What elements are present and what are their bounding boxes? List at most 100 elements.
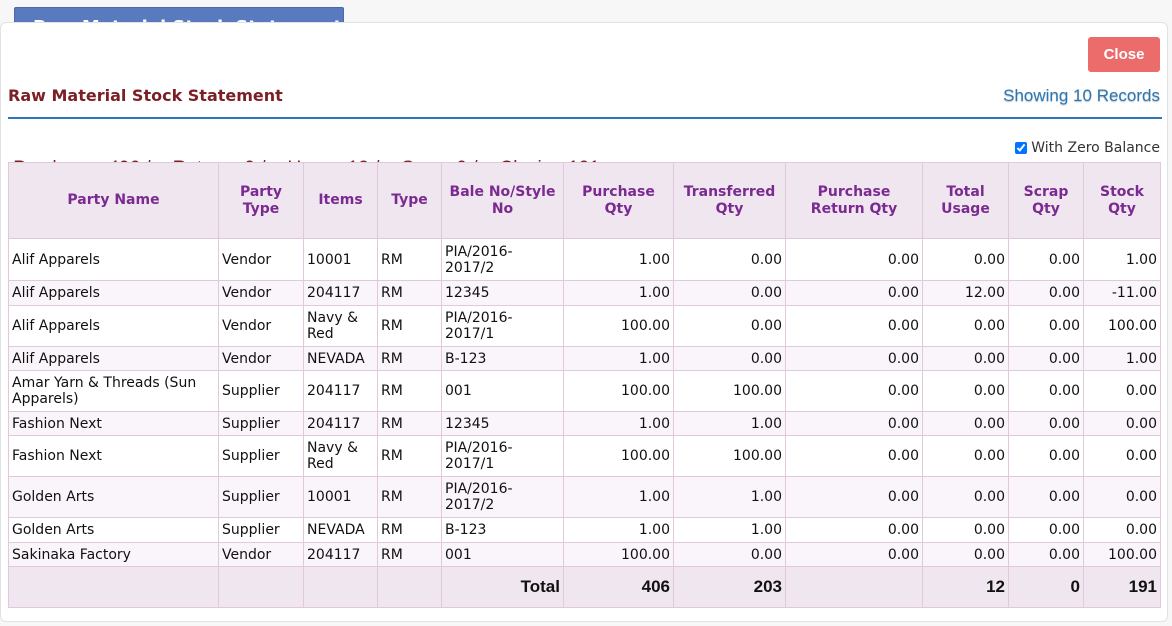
table-cell: Golden Arts <box>8 476 219 518</box>
table-cell: 0.00 <box>922 411 1009 436</box>
table-cell: PIA/2016-2017/2 <box>441 238 564 281</box>
table-cell: 100.00 <box>563 542 674 567</box>
table-cell: -11.00 <box>1083 280 1161 306</box>
zero-balance-toggle[interactable]: With Zero Balance <box>1015 140 1160 156</box>
table-cell: 12345 <box>441 280 564 306</box>
column-header: Transferred Qty <box>673 162 786 239</box>
table-cell: 1.00 <box>673 476 786 518</box>
column-header: Scrap Qty <box>1008 162 1084 239</box>
table-cell: RM <box>377 305 442 347</box>
table-row: Amar Yarn & Threads (Sun Apparels) Suppli… <box>8 370 1161 412</box>
table-cell: Golden Arts <box>8 517 219 543</box>
table-cell: 0.00 <box>673 305 786 347</box>
table-cell: 0.00 <box>1008 476 1084 518</box>
table-cell: 100.00 <box>1083 542 1161 567</box>
table-cell: 001 <box>441 370 564 412</box>
table-cell: 1.00 <box>563 411 674 436</box>
table-cell: 0.00 <box>922 346 1009 371</box>
table-cell: Amar Yarn & Threads (Sun Apparels) <box>8 370 219 412</box>
table-cell: Vendor <box>218 238 304 281</box>
table-row: Alif Apparels Vendor 10001 RM PIA/2016-2017/… <box>8 238 1161 281</box>
column-header: Bale No/Style No <box>441 162 564 239</box>
column-header: Party Type <box>218 162 304 239</box>
table-cell: 10001 <box>303 476 378 518</box>
table-cell: 0.00 <box>673 280 786 306</box>
table-cell: 0.00 <box>1008 435 1084 477</box>
table-cell: 0.00 <box>922 370 1009 412</box>
table-cell: 0.00 <box>785 305 923 347</box>
table-cell: 1.00 <box>563 280 674 306</box>
table-cell: 204117 <box>303 280 378 306</box>
table-cell: 204117 <box>303 542 378 567</box>
table-cell: 0.00 <box>785 370 923 412</box>
table-cell: Supplier <box>218 517 304 543</box>
table-cell: RM <box>377 542 442 567</box>
table-cell: 0.00 <box>1083 517 1161 543</box>
column-header: Type <box>377 162 442 239</box>
table-cell: 12345 <box>441 411 564 436</box>
table-cell: 0.00 <box>922 305 1009 347</box>
table-cell: 204117 <box>303 370 378 412</box>
table-cell: 0.00 <box>1008 346 1084 371</box>
table-cell: 0.00 <box>1008 411 1084 436</box>
table-cell: 1.00 <box>673 517 786 543</box>
zero-balance-label: With Zero Balance <box>1031 140 1160 156</box>
total-stock: 191 <box>1083 566 1161 608</box>
table-row: Alif Apparels Vendor NEVADA RM B-123 1.00 0.00… <box>8 346 1161 371</box>
column-header: Stock Qty <box>1083 162 1161 239</box>
table-cell: 1.00 <box>563 476 674 518</box>
table-cell: Alif Apparels <box>8 280 219 306</box>
table-cell: 0.00 <box>785 476 923 518</box>
table-row: Fashion Next Supplier Navy & Red RM PIA/2016… <box>8 435 1161 477</box>
table-cell: Vendor <box>218 280 304 306</box>
table-row: Golden Arts Supplier NEVADA RM B-123 1.00 1.00… <box>8 517 1161 543</box>
close-button[interactable]: Close <box>1088 37 1160 72</box>
table-row: Fashion Next Supplier 204117 RM 12345 1.00 1.0… <box>8 411 1161 436</box>
table-cell: 0.00 <box>785 280 923 306</box>
table-cell: 0.00 <box>922 476 1009 518</box>
table-cell: Vendor <box>218 346 304 371</box>
table-cell: RM <box>377 346 442 371</box>
divider <box>8 117 1162 119</box>
page-title: Raw Material Stock Statement <box>8 86 283 105</box>
table-cell: RM <box>377 517 442 543</box>
table-cell: 0.00 <box>785 346 923 371</box>
table-cell: 100.00 <box>673 435 786 477</box>
table-cell: NEVADA <box>303 346 378 371</box>
table-cell: RM <box>377 435 442 477</box>
table-cell: Alif Apparels <box>8 305 219 347</box>
table-cell: Navy & Red <box>303 305 378 347</box>
table-cell: RM <box>377 280 442 306</box>
table-cell: Supplier <box>218 370 304 412</box>
table-cell: Fashion Next <box>8 411 219 436</box>
table-cell: Vendor <box>218 305 304 347</box>
table-cell: PIA/2016-2017/1 <box>441 435 564 477</box>
table-cell: 1.00 <box>1083 238 1161 281</box>
table-cell: 100.00 <box>673 370 786 412</box>
table-cell: B-123 <box>441 517 564 543</box>
table-cell: 0.00 <box>673 346 786 371</box>
table-cell: PIA/2016-2017/1 <box>441 305 564 347</box>
table-cell: 0.00 <box>1008 542 1084 567</box>
column-header: Purchase Return Qty <box>785 162 923 239</box>
table-cell: Supplier <box>218 476 304 518</box>
table-cell: 0.00 <box>1008 370 1084 412</box>
table-cell: Alif Apparels <box>8 238 219 281</box>
table-cell: 10001 <box>303 238 378 281</box>
zero-balance-checkbox[interactable] <box>1015 142 1028 154</box>
table-cell: Fashion Next <box>8 435 219 477</box>
table-cell: 0.00 <box>1008 280 1084 306</box>
column-header: Purchase Qty <box>563 162 674 239</box>
table-cell: 12.00 <box>922 280 1009 306</box>
table-cell: RM <box>377 370 442 412</box>
table-cell: 0.00 <box>922 517 1009 543</box>
table-cell: 1.00 <box>563 346 674 371</box>
total-usage: 12 <box>922 566 1009 608</box>
table-cell: B-123 <box>441 346 564 371</box>
table-cell: 0.00 <box>1083 435 1161 477</box>
table-cell: NEVADA <box>303 517 378 543</box>
total-label: Total <box>441 566 564 608</box>
total-purchase: 406 <box>563 566 674 608</box>
column-header: Total Usage <box>922 162 1009 239</box>
table-cell: 100.00 <box>563 435 674 477</box>
